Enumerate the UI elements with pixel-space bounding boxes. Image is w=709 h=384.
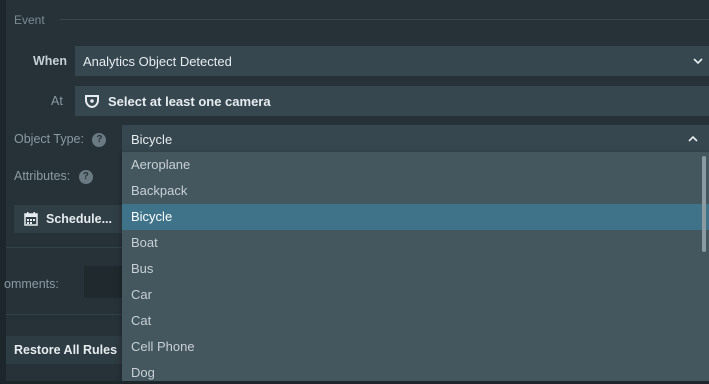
object-type-label: Object Type: ? — [14, 132, 107, 147]
dropdown-option[interactable]: Backpack — [122, 178, 709, 204]
event-group-title: Event — [14, 13, 45, 27]
camera-select[interactable]: Select at least one camera — [75, 86, 709, 116]
panel-left-border — [0, 0, 6, 384]
chevron-up-icon — [688, 135, 698, 142]
comments-label: omments: — [4, 277, 59, 291]
attributes-label: Attributes: ? — [14, 169, 93, 184]
object-type-select-value: Bicycle — [131, 131, 173, 147]
dropdown-option[interactable]: Car — [122, 282, 709, 308]
rule-editor-panel: Event When Analytics Object Detected At … — [0, 0, 709, 384]
object-type-select[interactable]: Bicycle — [122, 125, 709, 153]
dropdown-option[interactable]: Cat — [122, 308, 709, 334]
when-select[interactable]: Analytics Object Detected — [75, 46, 709, 76]
restore-all-rules-label: Restore All Rules — [14, 343, 118, 357]
schedule-button-label: Schedule... — [46, 212, 112, 226]
object-type-label-text: Object Type: — [14, 132, 84, 146]
when-label: When — [33, 54, 68, 68]
dropdown-option[interactable]: Boat — [122, 230, 709, 256]
at-label: At — [51, 94, 63, 108]
dropdown-scrollbar[interactable] — [702, 156, 706, 252]
object-type-dropdown-list[interactable]: Aeroplane Backpack Bicycle Boat Bus Car Cat Cel… — [122, 152, 709, 384]
event-group-border — [60, 19, 709, 20]
dropdown-option[interactable]: Bus — [122, 256, 709, 282]
camera-shield-icon — [85, 94, 99, 108]
comments-input[interactable] — [84, 266, 124, 298]
help-icon[interactable]: ? — [78, 169, 93, 184]
schedule-button[interactable]: Schedule... — [14, 205, 124, 233]
when-select-value: Analytics Object Detected — [83, 53, 232, 69]
chevron-down-icon — [693, 58, 703, 65]
dropdown-option[interactable]: Cell Phone — [122, 334, 709, 360]
attributes-label-text: Attributes: — [14, 169, 71, 183]
dropdown-option[interactable]: Bicycle — [122, 204, 709, 230]
dropdown-option[interactable]: Aeroplane — [122, 152, 709, 178]
camera-select-value: Select at least one camera — [108, 93, 271, 109]
restore-all-rules-button[interactable]: Restore All Rules — [6, 336, 124, 364]
calendar-icon — [24, 212, 38, 226]
help-icon[interactable]: ? — [92, 132, 107, 147]
